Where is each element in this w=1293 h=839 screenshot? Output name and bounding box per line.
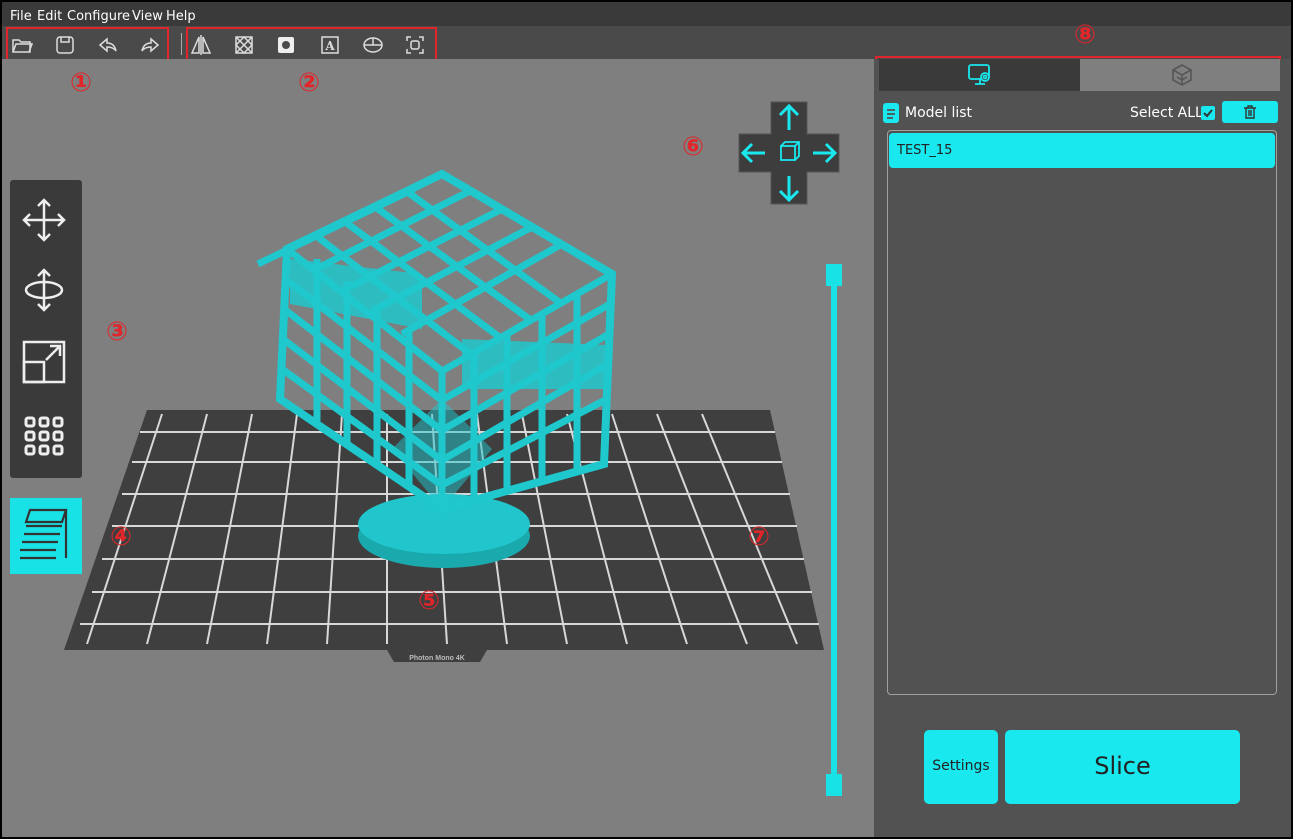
- annotation-number-4: ④: [110, 522, 133, 552]
- view-home-button[interactable]: [778, 140, 802, 166]
- trash-icon: [1244, 105, 1256, 119]
- menu-file[interactable]: File: [10, 9, 32, 25]
- app-window: File Edit Configure View Help A Photon M…: [0, 0, 1293, 839]
- toolbar-separator: [181, 33, 182, 55]
- view-down-button[interactable]: [777, 178, 803, 204]
- menu-edit[interactable]: Edit: [37, 9, 62, 25]
- rotate-icon[interactable]: [20, 266, 68, 314]
- transform-tool-panel: [10, 180, 82, 478]
- view-up-button[interactable]: [777, 102, 803, 128]
- model-settings-tab[interactable]: [879, 59, 1080, 91]
- print-settings-tab[interactable]: [1080, 59, 1280, 91]
- arrange-icon[interactable]: [20, 412, 68, 460]
- select-all-label: Select ALL: [1130, 105, 1203, 121]
- slice-button-label: Slice: [1094, 752, 1151, 780]
- annotation-number-6: ⑥: [682, 132, 705, 162]
- annotation-box-2: [186, 27, 437, 62]
- file-icon: [882, 102, 900, 124]
- list-item[interactable]: TEST_15: [889, 133, 1275, 168]
- menu-help[interactable]: Help: [166, 9, 196, 25]
- settings-button-label: Settings: [932, 758, 990, 774]
- layers-icon: [20, 508, 68, 560]
- annotation-number-7: ⑦: [748, 522, 771, 552]
- menu-bar: File Edit Configure View Help: [2, 2, 1291, 26]
- annotation-number-3: ③: [106, 317, 129, 347]
- annotation-number-8: ⑧: [1074, 20, 1097, 50]
- move-icon[interactable]: [20, 196, 68, 244]
- menu-view[interactable]: View: [132, 9, 163, 25]
- annotation-number-2: ②: [298, 68, 321, 98]
- model-name: TEST_15: [897, 143, 953, 158]
- menu-configure[interactable]: Configure: [67, 9, 130, 25]
- slice-button[interactable]: Slice: [1005, 730, 1240, 804]
- select-all-checkbox[interactable]: [1201, 106, 1215, 120]
- model-list: [887, 130, 1277, 695]
- delete-button[interactable]: [1222, 101, 1278, 123]
- annotation-number-5: ⑤: [418, 586, 441, 616]
- layer-slider-bottom-handle[interactable]: [826, 774, 842, 796]
- monitor-settings-icon: [968, 64, 990, 85]
- settings-button[interactable]: Settings: [924, 730, 998, 804]
- printer-model-icon: [1172, 64, 1192, 86]
- view-left-button[interactable]: [739, 140, 765, 166]
- scale-icon[interactable]: [20, 338, 68, 386]
- view-right-button[interactable]: [813, 140, 839, 166]
- annotation-box-1: [6, 27, 169, 62]
- build-plate-label: Photon Mono 4K: [409, 655, 465, 662]
- model-list-title: Model list: [905, 105, 973, 121]
- layer-slider-top-handle[interactable]: [826, 264, 842, 286]
- layer-view-button[interactable]: [10, 498, 82, 574]
- checkmark-icon: [1203, 109, 1213, 118]
- layer-slider-track[interactable]: [831, 278, 837, 784]
- annotation-number-1: ①: [70, 68, 93, 98]
